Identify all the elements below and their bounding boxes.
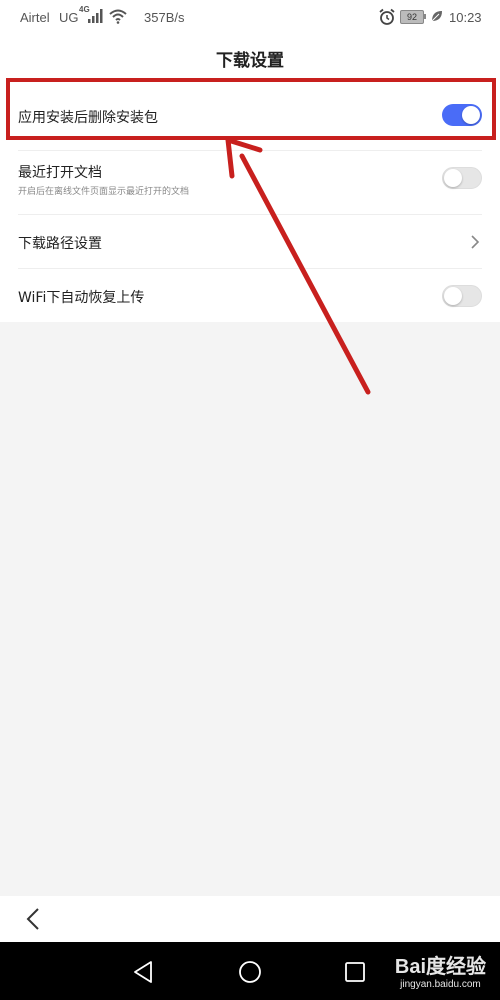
watermark: Bai度经验 jingyan.baidu.com [395, 950, 486, 990]
system-nav-bar: Bai度经验 jingyan.baidu.com [0, 942, 500, 1000]
chevron-left-icon[interactable] [26, 908, 40, 930]
watermark-brand: Bai度经验 [394, 956, 486, 978]
square-recent-icon[interactable] [344, 961, 366, 983]
annotation-arrow [225, 137, 371, 395]
circle-home-icon[interactable] [238, 960, 262, 984]
bottom-bar [0, 896, 500, 942]
watermark-site: jingyan.baidu.com [400, 979, 481, 990]
triangle-back-icon[interactable] [133, 961, 153, 983]
screen: Airtel UG 4G 357B/s 92 10:23 下载设置 应用安装后删… [0, 0, 500, 1000]
